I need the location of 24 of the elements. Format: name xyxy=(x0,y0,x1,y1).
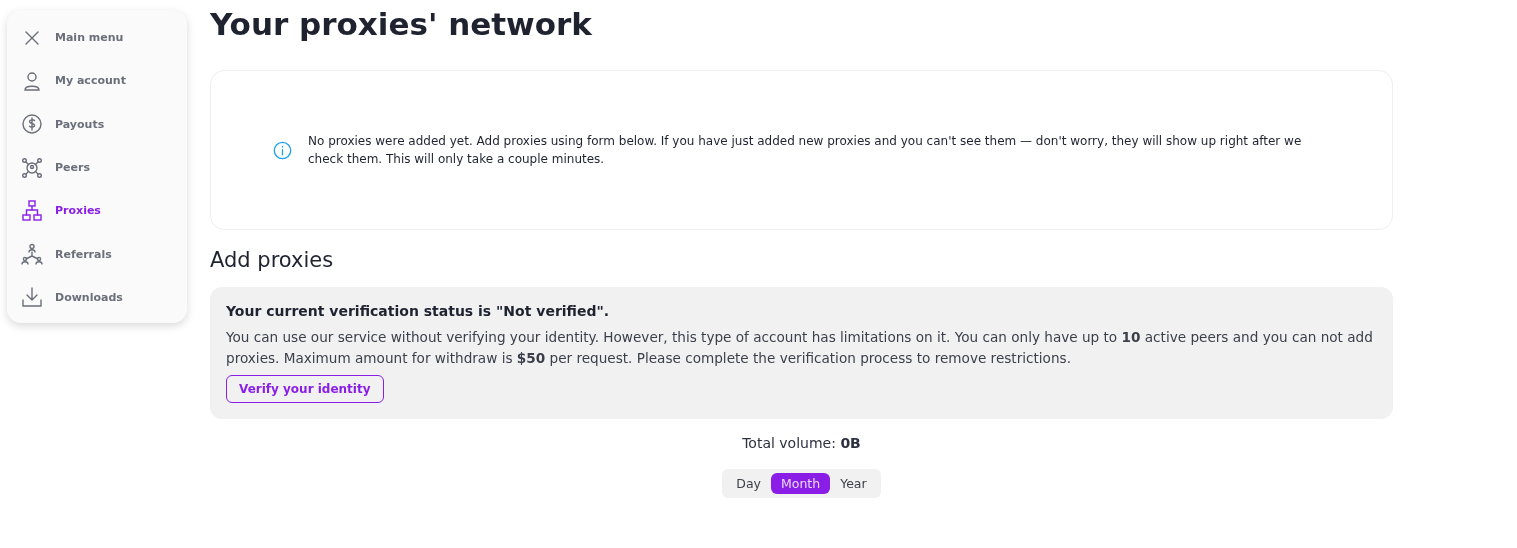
verification-heading: Your current verification status is "Not verified". xyxy=(226,303,610,319)
page-title: Your proxies' network xyxy=(210,6,593,42)
person-icon xyxy=(21,69,43,92)
network-icon xyxy=(21,156,43,179)
sidebar-item[interactable]: My account xyxy=(7,59,187,103)
network-icon xyxy=(21,199,43,222)
period-tab[interactable]: Year xyxy=(830,473,877,494)
dollar-icon xyxy=(21,113,43,136)
sidebar-item[interactable]: Downloads xyxy=(7,275,187,320)
notice-text: No proxies were added yet. Add proxies using form below. If you have just added new proxies and you can't see them — don't worry, they will show up right after we check them. This will only take a couple minutes. xyxy=(308,133,1303,168)
section-heading: Add proxies xyxy=(210,248,335,272)
verify-button[interactable]: Verify your identity xyxy=(226,375,384,403)
sidebar-item[interactable]: Payouts xyxy=(7,102,187,146)
download-icon xyxy=(21,286,43,309)
sidebar-item[interactable]: Main menu xyxy=(7,16,187,60)
period-tab[interactable]: Month xyxy=(771,473,831,494)
sidebar-item[interactable]: Referrals xyxy=(7,232,187,276)
info-icon xyxy=(273,140,292,160)
total-volume: Total volume: 0B xyxy=(742,435,861,451)
verification-text: You can use our service without verifying your identity. However, this type of account has limitations on it. You can only have up to 10 active peers and you can not add proxies. Maximum amount for withdraw is $50 per request. Please complete the verification process to remove restrictions. xyxy=(226,328,1374,368)
people-icon xyxy=(21,243,43,266)
sidebar-item[interactable]: Peers xyxy=(7,145,187,190)
period-tab[interactable]: Day xyxy=(726,473,771,494)
sidebar-item[interactable]: Proxies xyxy=(7,189,187,233)
